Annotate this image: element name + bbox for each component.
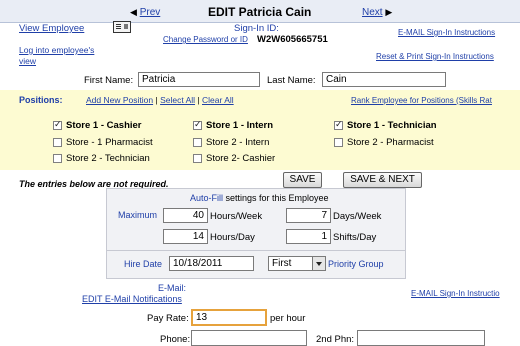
clear-all-link[interactable]: Clear All	[202, 95, 234, 105]
priority-select[interactable]: First	[268, 256, 326, 271]
checkbox[interactable]	[193, 154, 202, 163]
chevron-down-icon[interactable]	[312, 257, 325, 270]
position-actions: Add New Position | Select All | Clear Al…	[86, 95, 234, 105]
email-signin-instructions-link-2[interactable]: E-MAIL Sign-In Instructio	[411, 289, 500, 298]
save-next-button[interactable]: SAVE & NEXT	[343, 172, 422, 188]
days-week-label: Days/Week	[333, 211, 382, 222]
autofill-link[interactable]: Auto-Fill	[190, 193, 223, 203]
shifts-day-label: Shifts/Day	[333, 232, 377, 243]
hours-day-label: Hours/Day	[210, 232, 255, 243]
last-name-label: Last Name:	[267, 75, 316, 86]
id-card-icon[interactable]	[113, 21, 131, 33]
second-phone-label: 2nd Phn:	[316, 334, 355, 345]
pay-rate-label: Pay Rate:	[147, 313, 189, 324]
view-employee-link[interactable]: View Employee	[19, 23, 84, 34]
prev-arrow-icon: ◀	[130, 7, 137, 17]
add-new-position-link[interactable]: Add New Position	[86, 95, 153, 105]
select-all-link[interactable]: Select All	[160, 95, 195, 105]
separator: |	[197, 95, 200, 105]
second-phone-input[interactable]	[357, 330, 485, 346]
hire-date-label: Hire Date	[124, 259, 163, 269]
change-password-link[interactable]: Change Password or ID	[163, 35, 248, 44]
pay-unit-label: per hour	[270, 313, 306, 324]
checkbox[interactable]	[53, 154, 62, 163]
reset-print-instructions-link[interactable]: Reset & Print Sign-In Instructions	[376, 52, 494, 61]
pay-rate-input[interactable]	[191, 309, 267, 326]
priority-group-link[interactable]: Priority Group	[328, 259, 384, 269]
checkbox[interactable]	[53, 138, 62, 147]
first-name-input[interactable]	[138, 72, 260, 87]
shifts-day-input[interactable]	[286, 229, 331, 244]
checkbox[interactable]	[334, 138, 343, 147]
first-name-label: First Name:	[84, 75, 134, 86]
separator: |	[155, 95, 158, 105]
checkbox[interactable]	[53, 119, 62, 130]
page-title: EDIT Patricia Cain	[208, 5, 312, 19]
log-into-employee-view-link[interactable]: Log into employee's view	[19, 45, 109, 67]
hours-week-input[interactable]	[163, 208, 208, 223]
next-link[interactable]: Next ▶	[362, 7, 392, 18]
signin-id-label: Sign-In ID:	[234, 23, 279, 34]
save-button[interactable]: SAVE	[283, 172, 322, 188]
hours-week-label: Hours/Week	[210, 211, 263, 222]
edit-email-notifications-link[interactable]: EDIT E-Mail Notifications	[82, 294, 182, 304]
autofill-heading: Auto-Fill settings for this Employee	[190, 193, 329, 203]
divider	[106, 250, 406, 251]
next-arrow-icon: ▶	[385, 7, 393, 17]
positions-label: Positions:	[19, 95, 63, 105]
phone-input[interactable]	[191, 330, 307, 346]
signin-id-value: W2W605665751	[257, 34, 328, 45]
last-name-input[interactable]	[322, 72, 446, 87]
hire-date-input[interactable]	[169, 256, 254, 271]
email-signin-instructions-link[interactable]: E-MAIL Sign-In Instructions	[398, 28, 495, 37]
phone-label: Phone:	[160, 334, 191, 345]
email-label: E-Mail:	[158, 283, 187, 293]
prev-link[interactable]: ◀ Prev	[130, 7, 160, 18]
maximum-label: Maximum	[118, 210, 158, 220]
checkbox[interactable]	[334, 119, 343, 130]
checkbox[interactable]	[193, 138, 202, 147]
days-week-input[interactable]	[286, 208, 331, 223]
checkbox[interactable]	[193, 119, 202, 130]
hours-day-input[interactable]	[163, 229, 208, 244]
rank-employee-link[interactable]: Rank Employee for Positions (Skills Rat	[351, 96, 492, 105]
